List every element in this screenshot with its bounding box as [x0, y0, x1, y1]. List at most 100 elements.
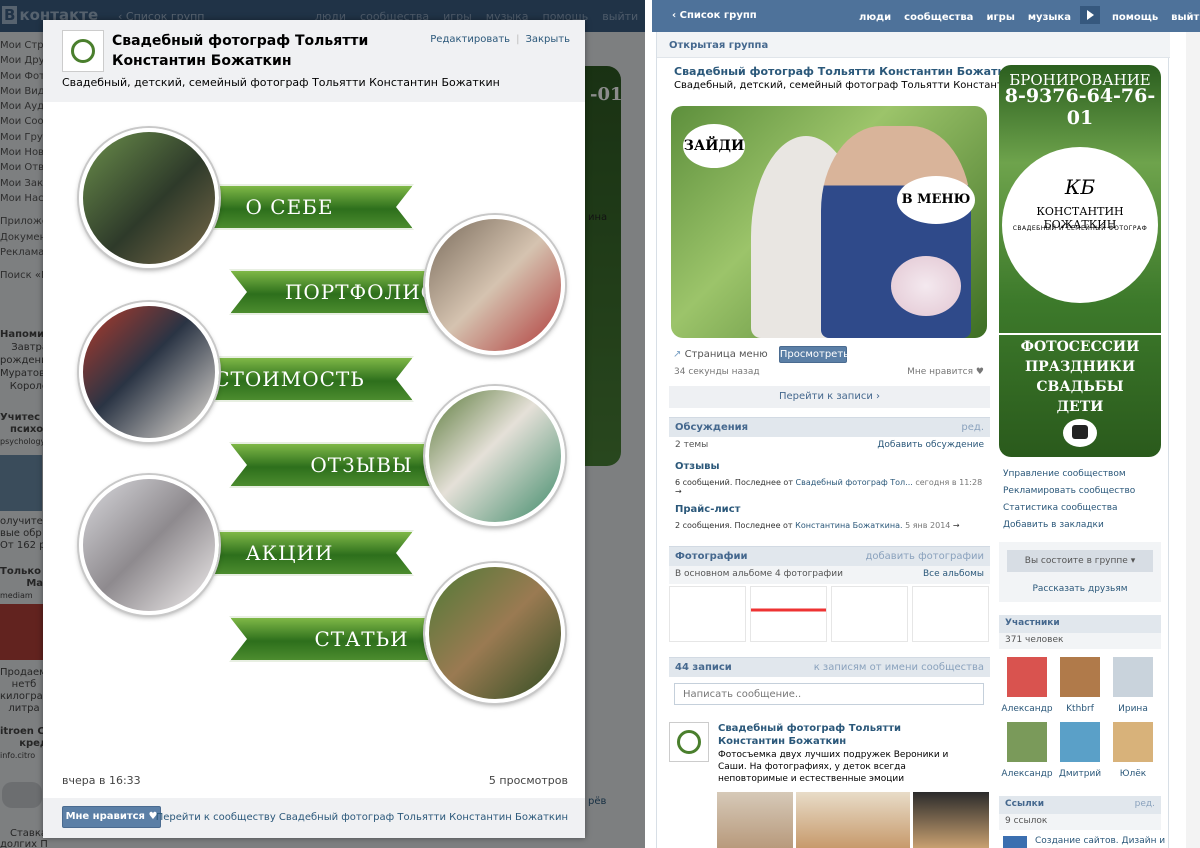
close-link[interactable]: Закрыть [525, 34, 570, 45]
photo-portfolio[interactable] [425, 215, 565, 355]
member-name[interactable]: Александр [1001, 769, 1052, 779]
manage-community-link[interactable]: Управление сообществом [1003, 469, 1126, 479]
discussions-edit[interactable]: ред. [961, 422, 984, 433]
nav-help[interactable]: помощь [1112, 12, 1158, 23]
links-count-row: 9 ссылок [999, 814, 1161, 830]
member-card[interactable]: Александр [1001, 722, 1053, 779]
tell-friends-link[interactable]: Рассказать друзьям [999, 584, 1161, 594]
member-card[interactable]: Дмитрий [1054, 722, 1106, 779]
menu-item-portfolio-label: ПОРТФОЛИО [284, 280, 439, 304]
member-card[interactable]: Юлёк [1107, 722, 1159, 779]
advertise-community-link[interactable]: Рекламировать сообщество [1003, 486, 1135, 496]
member-card[interactable]: Kthbrf [1054, 657, 1106, 714]
member-name[interactable]: Александр [1001, 704, 1052, 714]
photo-promo[interactable] [79, 475, 219, 615]
member-avatar[interactable] [1113, 722, 1153, 762]
photo-thumb[interactable] [912, 586, 989, 642]
members-header[interactable]: Участники [999, 615, 1161, 633]
wall-post-input[interactable]: Написать сообщение.. [674, 683, 984, 705]
member-avatar[interactable] [1060, 722, 1100, 762]
like-button[interactable]: Мне нравится ♥ [62, 806, 161, 828]
topic-when: сегодня в 11:28 [912, 478, 983, 487]
group-type: Открытая группа [669, 40, 769, 51]
photo-thumb[interactable] [669, 586, 746, 642]
community-stats-link[interactable]: Статистика сообщества [1003, 503, 1118, 513]
member-card[interactable]: Ирина [1107, 657, 1159, 714]
links-header[interactable]: Ссылки ред. [999, 796, 1161, 814]
nav-music[interactable]: музыка [1028, 12, 1071, 23]
add-bookmark-link[interactable]: Добавить в закладки [1003, 520, 1104, 530]
nav-communities[interactable]: сообщества [904, 12, 973, 23]
menu-item-articles-label: СТАТЬИ [314, 627, 409, 651]
nav-games[interactable]: игры [986, 12, 1014, 23]
nav-people[interactable]: люди [859, 12, 891, 23]
post-meta: 34 секунды назад Мне нравится ♥ [674, 367, 984, 377]
member-avatar[interactable] [1007, 657, 1047, 697]
photos-header[interactable]: Фотографии добавить фотографии [669, 546, 990, 566]
edit-link[interactable]: Редактировать [430, 34, 510, 45]
link-thumb[interactable] [1003, 836, 1027, 848]
like-link[interactable]: Мне нравится ♥ [907, 367, 984, 377]
members-title[interactable]: Участники [1005, 618, 1060, 628]
member-name[interactable]: Ирина [1118, 704, 1148, 714]
link-item[interactable]: Создание сайтов. Дизайн и [1035, 836, 1165, 846]
photos-title[interactable]: Фотографии [675, 551, 748, 562]
post-photo[interactable] [913, 792, 989, 848]
member-name[interactable]: Юлёк [1120, 769, 1146, 779]
topic-author[interactable]: Свадебный фотограф Тол... [796, 478, 913, 487]
member-avatar[interactable] [1113, 657, 1153, 697]
booking-banner[interactable]: БРОНИРОВАНИЕ 8-9376-64-76-01 КБ КОНСТАНТ… [999, 65, 1161, 457]
member-avatar[interactable] [1007, 722, 1047, 762]
nav-logout[interactable]: выйти [1171, 12, 1200, 23]
post-photo[interactable] [796, 792, 910, 848]
photo-about[interactable] [79, 128, 219, 268]
wiki-menu-image[interactable]: ЗАЙДИ В МЕНЮ [671, 106, 987, 338]
wall-to-group-link[interactable]: к записям от имени сообщества [814, 662, 984, 673]
discussions-header[interactable]: Обсуждения ред. [669, 417, 990, 437]
link-icon: ↗ [673, 349, 682, 360]
arrow-right-icon: → [675, 487, 682, 496]
topic-title[interactable]: Прайс-лист [675, 504, 990, 515]
membership-dropdown[interactable]: Вы состоите в группе ▾ [1007, 550, 1153, 572]
goto-post-button[interactable]: Перейти к записи › [669, 386, 990, 408]
photo-reviews[interactable] [425, 386, 565, 526]
scrollbar[interactable] [1186, 32, 1200, 848]
wiki-page-popup: Свадебный фотограф Тольятти Константин Б… [43, 20, 585, 838]
photo-thumb[interactable] [831, 586, 908, 642]
all-albums-link[interactable]: Все альбомы [923, 569, 984, 579]
member-name[interactable]: Kthbrf [1066, 704, 1094, 714]
post-photo[interactable] [717, 792, 793, 848]
top-nav: люди сообщества игры музыка помощь выйти [859, 6, 1200, 24]
discussions-title[interactable]: Обсуждения [675, 422, 748, 433]
post-author-avatar[interactable] [669, 722, 709, 762]
membership-box: Вы состоите в группе ▾ Рассказать друзья… [999, 542, 1161, 602]
group-avatar[interactable] [62, 30, 104, 72]
links-edit[interactable]: ред. [1135, 799, 1155, 809]
album-info: В основном альбоме 4 фотографии [675, 569, 843, 579]
member-avatar[interactable] [1060, 657, 1100, 697]
bubble-menu: В МЕНЮ [897, 176, 975, 224]
goto-community-link[interactable]: Перейти к сообществу Свадебный фотограф … [156, 812, 568, 823]
topic-title[interactable]: Отзывы [675, 461, 990, 472]
links-title[interactable]: Ссылки [1005, 799, 1044, 809]
photo-price[interactable] [79, 302, 219, 442]
view-button[interactable]: Просмотреть [778, 346, 849, 363]
add-discussion-link[interactable]: Добавить обсуждение [877, 440, 984, 450]
menu-page-row: ↗ Страница меню Просмотреть [673, 346, 849, 363]
photo-thumb[interactable] [750, 586, 827, 642]
wall-header[interactable]: 44 записи к записям от имени сообщества [669, 657, 990, 677]
post-author[interactable]: Свадебный фотограф Тольятти Константин Б… [718, 722, 958, 748]
member-card[interactable]: Александр [1001, 657, 1053, 714]
wall-count[interactable]: 44 записи [675, 662, 732, 673]
topic-author[interactable]: Константина Божаткина. [795, 521, 902, 530]
topic-meta: 6 сообщений. Последнее от [675, 478, 796, 487]
members-count-row: 371 человек [999, 633, 1161, 649]
topic-item[interactable]: Прайс-лист 2 сообщения. Последнее от Кон… [675, 504, 990, 530]
topic-item[interactable]: Отзывы 6 сообщений. Последнее от Свадебн… [675, 461, 990, 496]
members-count[interactable]: 371 человек [1005, 635, 1063, 645]
member-name[interactable]: Дмитрий [1059, 769, 1101, 779]
add-photos-link[interactable]: добавить фотографии [865, 551, 984, 562]
photo-articles[interactable] [425, 563, 565, 703]
groups-link[interactable]: ‹ Список групп [672, 10, 757, 21]
play-icon[interactable] [1079, 6, 1100, 24]
